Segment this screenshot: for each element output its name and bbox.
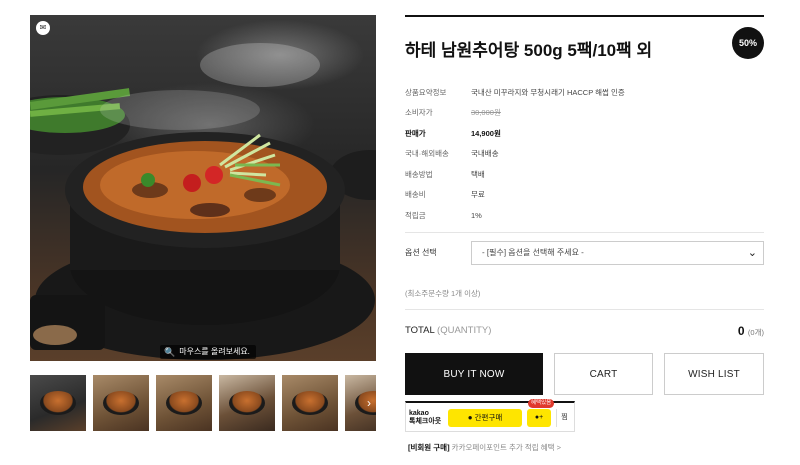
spec-value: 1% [471,210,482,220]
kakao-benefit-note[interactable]: [비회원 구매] 카카오페이포인트 추가 적립 혜택 > [408,442,561,453]
kakao-brand-sub: 톡체크아웃 [409,418,442,425]
spec-row-shipping-region: 국내·해외배송 국내배송 [405,144,764,165]
total-label: TOTAL (QUANTITY) [405,325,491,336]
kakao-brand-name: kakao [409,410,429,417]
kakao-note-text: 카카오페이포인트 추가 적립 혜택 > [449,443,561,452]
spec-key: 판매가 [405,128,426,138]
magnifier-icon: 🔍 [164,347,176,357]
buy-now-button[interactable]: BUY IT NOW [405,353,543,395]
thumbnail-5[interactable] [282,375,338,431]
total-qualifier: (QUANTITY) [437,325,492,336]
spec-row-shipping-method: 배송방법 택배 [405,164,764,185]
total-amount: 0 [737,324,745,338]
kakao-wish-button[interactable]: 찜 [556,409,572,427]
spec-key: 소비자가 [405,108,433,118]
spec-value: 30,000원 [471,108,501,118]
spec-row-sale-price: 판매가 14,900원 [405,123,764,144]
spec-key: 배송방법 [405,169,433,179]
thumbnail-2[interactable] [93,375,149,431]
spec-value: 국내배송 [471,149,499,159]
zoom-hint-text: 마우스를 올려보세요. [179,347,250,356]
thumbnail-strip: › [30,375,376,431]
option-select-value: - [필수] 옵션을 선택해 주세요 - [482,248,584,257]
zoom-hint: 🔍 마우스를 올려보세요. [160,345,256,359]
total-unit: (0개) [747,328,764,337]
option-label: 옵션 선택 [405,248,437,257]
chevron-down-icon: ⌄ [747,247,757,259]
divider [405,309,764,310]
spec-key: 배송비 [405,190,426,200]
spec-table: 상품요약정보 국내산 미꾸라지와 무청시래기 HACCP 해썹 인증 소비자가 … [405,82,764,226]
kakao-note-bold: [비회원 구매] [408,443,450,452]
min-order-note: (최소주문수량 1개 이상) [405,289,481,298]
cart-button[interactable]: CART [554,353,653,395]
total-text: TOTAL [405,325,435,336]
kakao-brand: kakao 톡체크아웃 [409,410,441,426]
spec-value: 무료 [471,190,485,200]
divider [405,232,764,233]
talk-bubble-icon: ● [467,413,473,422]
spec-key: 적립금 [405,210,426,220]
spec-row-summary: 상품요약정보 국내산 미꾸라지와 무청시래기 HACCP 해썹 인증 [405,82,764,103]
chevron-right-icon[interactable]: › [362,393,376,413]
discount-badge: 50% [732,27,764,59]
spec-row-shipping-fee: 배송비 무료 [405,185,764,206]
product-main-image[interactable]: ✉ 🔍 마우스를 올려보세요. [30,15,376,361]
spec-value: 택배 [471,169,485,179]
product-title: 하테 남원추어탕 500g 5팩/10팩 외 [405,41,653,60]
spec-row-consumer-price: 소비자가 30,000원 [405,103,764,124]
thumbnail-1[interactable] [30,375,86,431]
thumbnail-4[interactable] [219,375,275,431]
kakao-add-label: + [539,414,544,421]
spec-key: 상품요약정보 [405,87,447,97]
stew-photo [30,43,376,360]
spec-value: 국내산 미꾸라지와 무청시래기 HACCP 해썹 인증 [471,87,625,97]
option-select[interactable]: - [필수] 옵션을 선택해 주세요 - ⌄ [471,241,764,265]
promo-tag: 혜택있음 [528,399,555,408]
kakao-add-button[interactable]: ●+ [527,409,551,427]
kakao-pay-label: 간편구매 [474,413,503,422]
spec-row-points: 적립금 1% [405,205,764,226]
kakao-checkout: kakao 톡체크아웃 ● 간편구매 혜택있음 ●+ 찜 [405,399,575,432]
top-divider [405,15,764,17]
wish-list-button[interactable]: WISH LIST [664,353,764,395]
spec-value: 14,900원 [471,128,501,138]
chat-bubble-icon[interactable]: ✉ [36,21,50,35]
kakao-pay-button[interactable]: ● 간편구매 [448,409,522,427]
spec-key: 국내·해외배송 [405,149,449,159]
thumbnail-3[interactable] [156,375,212,431]
total-value: 0 (0개) [738,324,764,338]
